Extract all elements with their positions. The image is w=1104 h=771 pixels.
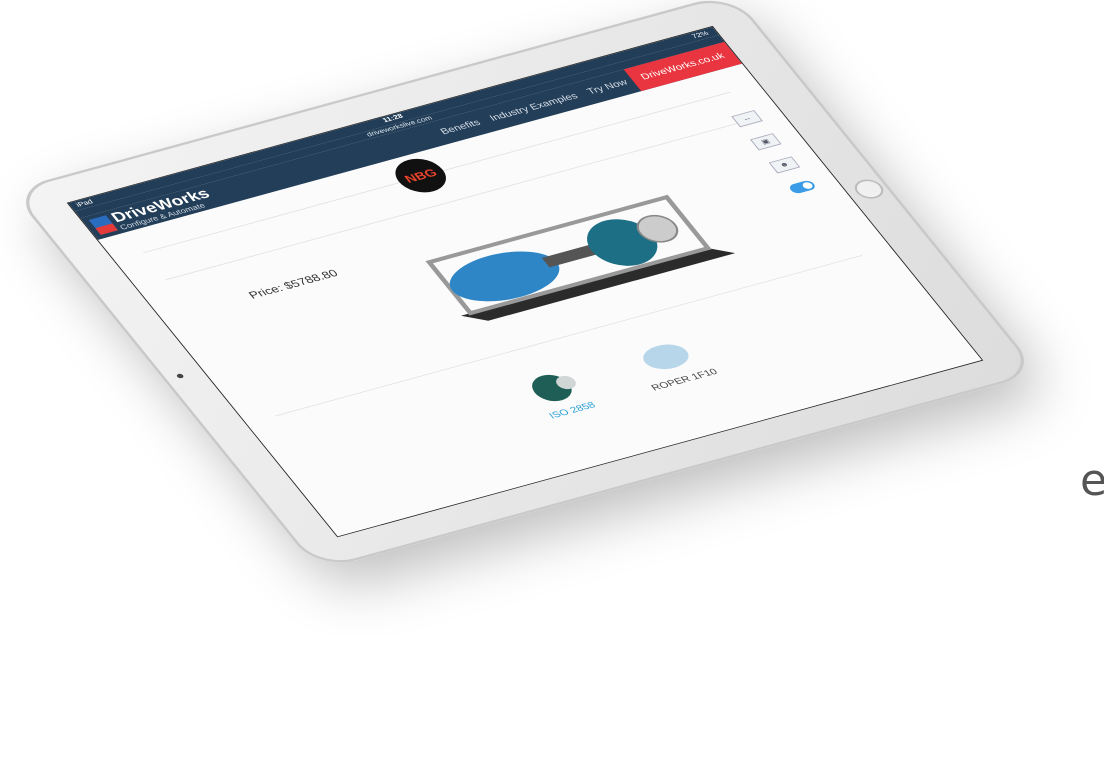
pump-options: ISO 2858 ROPER 1F10 [500, 327, 726, 425]
person-scale-icon[interactable]: ☻ [768, 156, 801, 174]
price-label: Price: $5788.80 [245, 267, 341, 301]
side-view-icon[interactable]: ▣ [750, 133, 782, 151]
badge-text: NBG [401, 166, 440, 186]
dimension-view-icon[interactable]: ↔ [731, 110, 763, 128]
option-roper-1f10[interactable]: ROPER 1F10 [613, 327, 726, 394]
pump-shaft [541, 244, 597, 268]
screen: iPad 11:28 72% driveworkslive.com DriveW… [66, 25, 984, 538]
ipad-device: iPad 11:28 72% driveworkslive.com DriveW… [10, 0, 1040, 571]
background-partial-text: e [1080, 455, 1104, 506]
nbg-brand-badge: NBG [386, 153, 456, 198]
toggle-switch[interactable] [787, 179, 818, 195]
option-iso-2858[interactable]: ISO 2858 [500, 358, 613, 425]
